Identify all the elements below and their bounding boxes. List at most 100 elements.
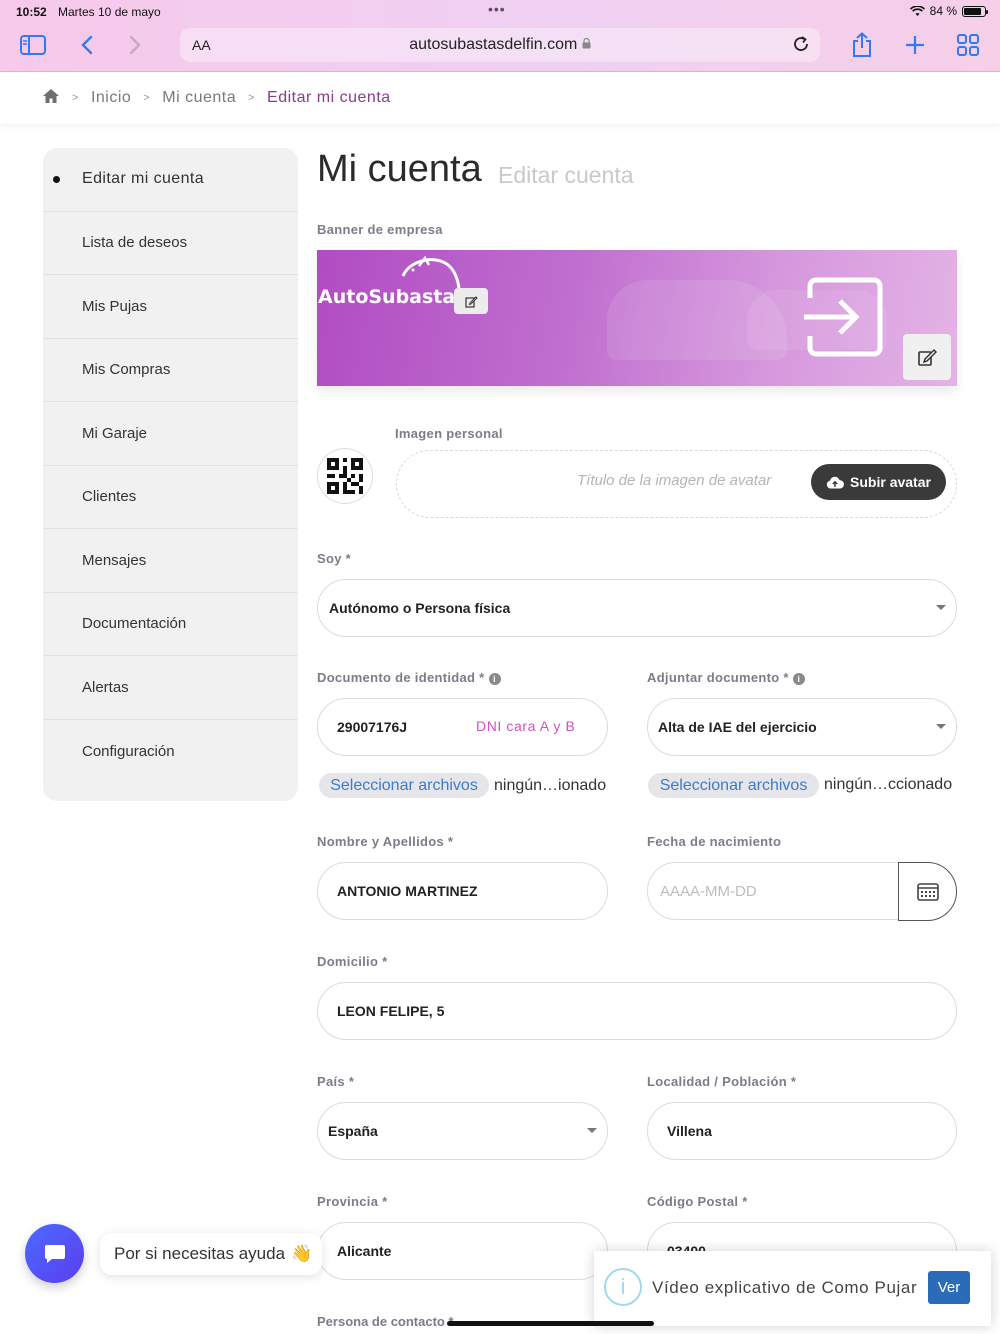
info-icon[interactable]: i [792, 673, 805, 685]
qr-code-icon [327, 458, 363, 494]
sidebar-item-alertas[interactable]: Alertas [43, 656, 298, 720]
nombre-input[interactable]: ANTONIO MARTINEZ [317, 862, 608, 920]
browser-toolbar: 10:52 Martes 10 de mayo ••• 84 % AA auto… [0, 0, 1000, 72]
edit-icon [918, 349, 937, 366]
adjuntar-label: Adjuntar documento * i [647, 670, 805, 685]
breadcrumb-separator: > [72, 92, 79, 104]
page-subtitle: Editar cuenta [498, 162, 634, 188]
soy-value: Autónomo o Persona física [329, 600, 511, 616]
provincia-input[interactable]: Alicante [317, 1222, 608, 1280]
chat-button[interactable] [25, 1224, 84, 1283]
sidebar-item-clientes[interactable]: Clientes [43, 466, 298, 529]
sidebar-item-configuracion[interactable]: Configuración [43, 720, 298, 784]
adjuntar-file-status: ningún…ccionado [824, 776, 953, 793]
documento-file-status: ningún…ionado [494, 777, 607, 794]
sidebar-item-mis-pujas[interactable]: Mis Pujas [43, 275, 298, 339]
domicilio-input[interactable]: LEON FELIPE, 5 [317, 982, 957, 1040]
sidebar-item-documentacion[interactable]: Documentación [43, 593, 298, 656]
battery-percent: 84 % [929, 4, 957, 18]
home-indicator [447, 1321, 654, 1326]
address-bar[interactable]: AA autosubastasdelfin.com [180, 28, 820, 62]
ver-video-button[interactable]: Ver [928, 1271, 970, 1304]
page-title: Mi cuenta [317, 148, 482, 190]
reload-icon[interactable] [792, 35, 810, 58]
fecha-label: Fecha de nacimiento [647, 834, 782, 849]
sidebar-item-mi-garaje[interactable]: Mi Garaje [43, 402, 298, 466]
home-icon[interactable] [42, 88, 60, 109]
fecha-placeholder: AAAA-MM-DD [660, 882, 757, 900]
domicilio-label: Domicilio * [317, 954, 388, 969]
share-icon[interactable] [849, 32, 875, 58]
toast-text: Vídeo explicativo de Como Pujar [652, 1278, 918, 1297]
nombre-label: Nombre y Apellidos * [317, 834, 454, 849]
upload-avatar-label: Subir avatar [850, 474, 931, 490]
status-time: 10:52 [16, 5, 47, 19]
nombre-value: ANTONIO MARTINEZ [337, 883, 478, 899]
soy-select[interactable]: Autónomo o Persona física [317, 579, 957, 637]
avatar-title-input[interactable]: Título de la imagen de avatar [577, 472, 771, 489]
sidebar-item-mis-compras[interactable]: Mis Compras [43, 339, 298, 402]
sidebar-item-editar-mi-cuenta[interactable]: Editar mi cuenta [43, 148, 298, 212]
calendar-button[interactable] [898, 862, 957, 921]
breadcrumb-mi-cuenta[interactable]: Mi cuenta [162, 89, 236, 107]
status-indicators: 84 % [909, 4, 988, 18]
adjuntar-value: Alta de IAE del ejercicio [658, 719, 817, 735]
banner-label: Banner de empresa [317, 222, 443, 237]
pais-select[interactable]: España [317, 1102, 608, 1160]
adjuntar-file-button[interactable]: Seleccionar archivos [648, 773, 819, 798]
provincia-value: Alicante [337, 1243, 392, 1259]
sidebar-item-lista-de-deseos[interactable]: Lista de deseos [43, 212, 298, 275]
documento-value: 29007176J [337, 719, 408, 735]
sidebar-toggle-icon[interactable] [20, 32, 46, 58]
help-bubble[interactable]: Por si necesitas ayuda 👋 [100, 1233, 322, 1275]
chevron-down-icon [936, 605, 946, 610]
wifi-icon [909, 5, 925, 16]
banner-brand-text: AutoSubastas [318, 286, 467, 308]
breadcrumb-separator: > [143, 92, 151, 104]
breadcrumb-separator: > [248, 92, 256, 104]
new-tab-icon[interactable] [902, 32, 928, 58]
back-icon[interactable] [74, 32, 100, 58]
codigo-postal-label: Código Postal * [647, 1194, 748, 1209]
sidebar-item-mensajes[interactable]: Mensajes [43, 529, 298, 593]
avatar-label: Imagen personal [395, 426, 503, 441]
upload-avatar-button[interactable]: Subir avatar [811, 464, 946, 500]
url-text: autosubastasdelfin.com [180, 36, 820, 54]
edit-banner-button[interactable] [903, 334, 951, 380]
localidad-input[interactable]: Villena [647, 1102, 957, 1160]
info-icon[interactable]: i [488, 673, 501, 685]
localidad-label: Localidad / Población * [647, 1074, 797, 1089]
status-date: Martes 10 de mayo [58, 5, 161, 19]
edit-icon [464, 295, 478, 308]
forward-icon[interactable] [122, 32, 148, 58]
provincia-label: Provincia * [317, 1194, 388, 1209]
documento-label: Documento de identidad * i [317, 670, 501, 685]
persona-contacto-label: Persona de contacto * [317, 1314, 454, 1329]
company-banner: AutoSubastas [317, 250, 957, 386]
account-sidebar: Editar mi cuenta Lista de deseos Mis Puj… [43, 148, 298, 801]
localidad-value: Villena [667, 1123, 712, 1139]
documento-hint: DNI cara A y B [476, 718, 576, 734]
breadcrumb-inicio[interactable]: Inicio [91, 89, 131, 107]
domicilio-value: LEON FELIPE, 5 [337, 1003, 445, 1019]
pais-value: España [328, 1123, 378, 1139]
tabs-overview-icon[interactable] [955, 32, 981, 58]
fecha-input[interactable]: AAAA-MM-DD [647, 862, 900, 920]
avatar[interactable] [317, 448, 373, 504]
lock-icon [582, 37, 591, 49]
waving-hand-icon: 👋 [291, 1244, 313, 1263]
edit-logo-button[interactable] [454, 288, 488, 314]
more-dots-icon[interactable]: ••• [488, 1, 506, 17]
documento-file-button[interactable]: Seleccionar archivos [319, 773, 489, 798]
soy-label: Soy * [317, 551, 352, 566]
adjuntar-select[interactable]: Alta de IAE del ejercicio [647, 698, 957, 756]
cloud-upload-icon [826, 476, 844, 488]
help-text: Por si necesitas ayuda [114, 1244, 286, 1263]
chat-bubble-icon [44, 1244, 65, 1263]
login-icon [804, 277, 883, 357]
battery-level [964, 7, 981, 15]
calendar-icon [916, 882, 939, 901]
pais-label: País * [317, 1074, 355, 1089]
chevron-down-icon [587, 1128, 597, 1133]
info-circle-icon: i [604, 1268, 642, 1306]
